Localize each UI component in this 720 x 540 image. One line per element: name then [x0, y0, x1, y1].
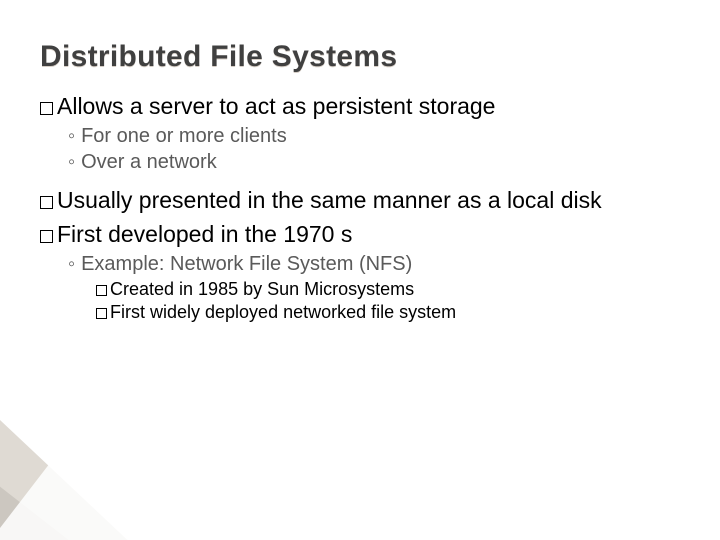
sub-bullet-3a-text: Example: Network File System (NFS)	[81, 253, 412, 275]
square-bullet-icon	[40, 196, 53, 209]
subsub-bullet-3a1: Created in 1985 by Sun Microsystems	[96, 278, 680, 301]
subsub-bullet-3a2-text: First widely deployed networked file sys…	[110, 302, 456, 322]
corner-decoration	[0, 380, 240, 540]
square-bullet-icon	[40, 102, 53, 115]
bullet-3: First developed in the 1970 s	[40, 220, 680, 250]
bullet-3-text: First developed in the 1970 s	[57, 221, 352, 247]
slide: Distributed File Systems Allows a server…	[0, 0, 720, 540]
sub-bullet-1a: ◦ For one or more clients	[68, 124, 680, 149]
square-bullet-icon	[96, 308, 107, 319]
square-bullet-icon	[96, 285, 107, 296]
square-bullet-icon	[40, 230, 53, 243]
bullet-1: Allows a server to act as persistent sto…	[40, 92, 680, 122]
circle-bullet-icon: ◦	[68, 150, 75, 175]
sub-bullet-3a: ◦ Example: Network File System (NFS)	[68, 252, 680, 277]
bullet-2-text: Usually presented in the same manner as …	[57, 187, 602, 213]
sub-bullet-1b-text: Over a network	[81, 151, 217, 173]
subsub-bullet-3a2: First widely deployed networked file sys…	[96, 301, 680, 324]
subsub-bullet-3a1-text: Created in 1985 by Sun Microsystems	[110, 279, 414, 299]
sub-bullet-1b: ◦ Over a network	[68, 150, 680, 175]
sub-bullet-1a-text: For one or more clients	[81, 125, 287, 147]
circle-bullet-icon: ◦	[68, 124, 75, 149]
circle-bullet-icon: ◦	[68, 252, 75, 277]
bullet-1-text: Allows a server to act as persistent sto…	[57, 93, 495, 119]
bullet-2: Usually presented in the same manner as …	[40, 186, 680, 216]
slide-title: Distributed File Systems	[40, 40, 680, 74]
